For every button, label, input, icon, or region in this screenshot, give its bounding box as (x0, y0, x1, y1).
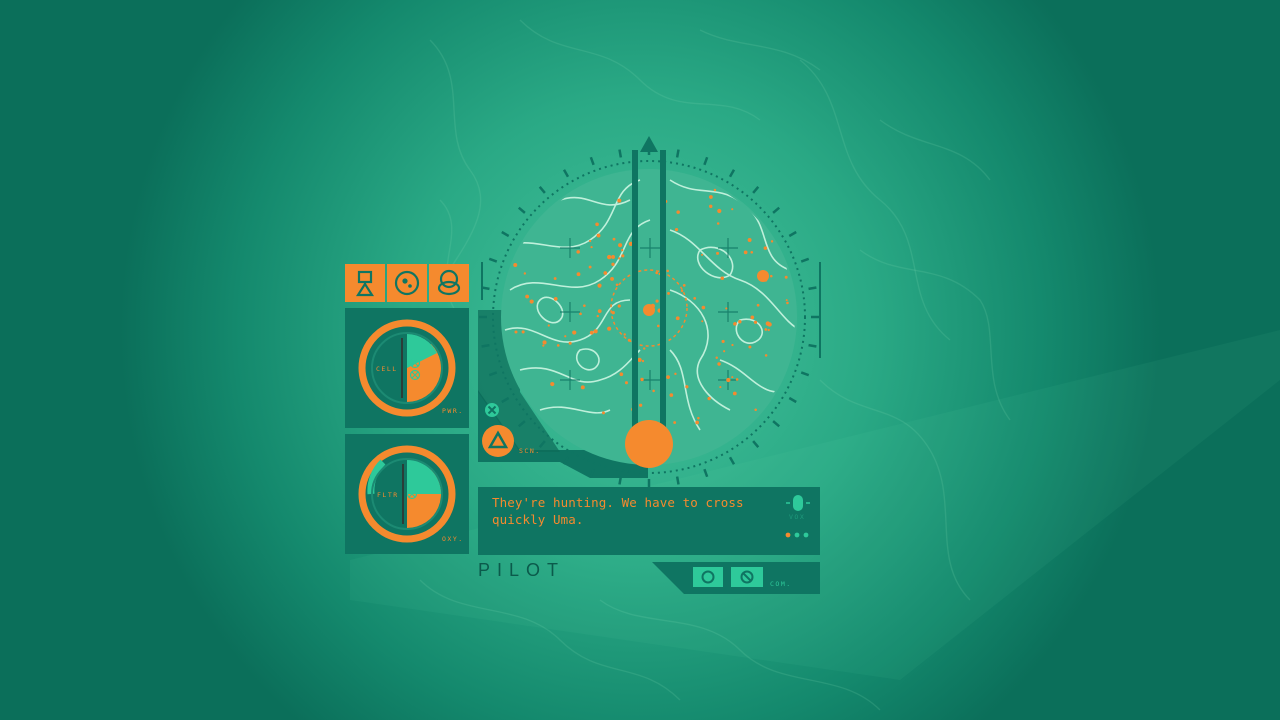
circle-button-icon[interactable] (693, 567, 723, 587)
comms-label: COM. (770, 580, 792, 588)
cancel-button-icon[interactable] (731, 567, 763, 587)
comms-panel (652, 562, 820, 594)
